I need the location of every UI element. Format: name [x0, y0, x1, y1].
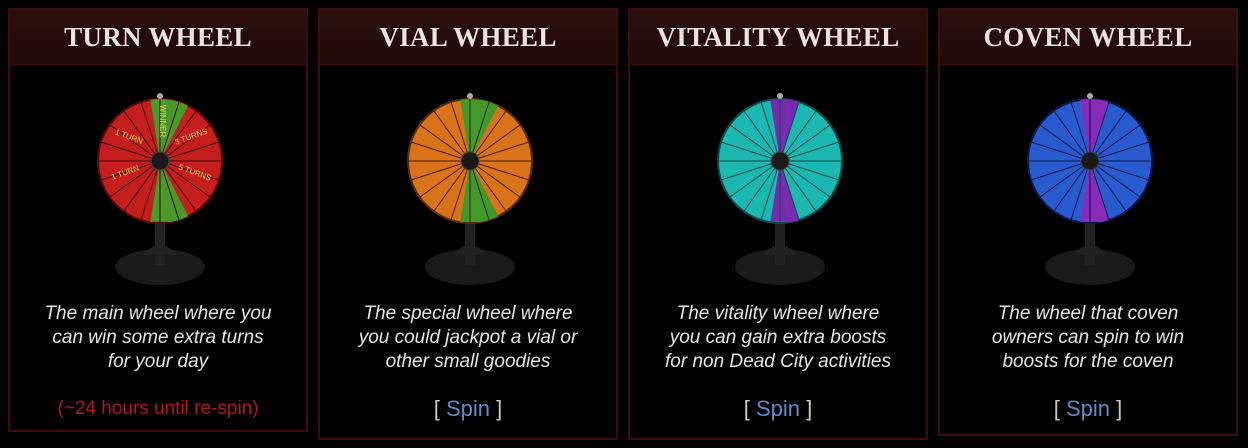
bracket-close: ] — [496, 396, 503, 421]
bracket-open: [ — [743, 396, 750, 421]
vial-wheel-description: The special wheel where you could jackpo… — [328, 302, 608, 374]
vial-wheel-description-line: you could jackpot a vial or — [358, 327, 578, 348]
vitality-wheel-card: VITALITY WHEEL The vitality wheel where … — [628, 8, 928, 440]
bracket-open: [ — [1053, 396, 1060, 421]
turn-wheel-description: The main wheel where you can win some ex… — [18, 302, 298, 374]
turn-wheel-title: TURN WHEEL — [10, 10, 306, 65]
vial-wheel-description-line: The special wheel where — [363, 303, 573, 324]
coven-wheel-description-line: owners can spin to win — [991, 327, 1185, 348]
turn-wheel-description-line: The main wheel where you — [44, 303, 272, 324]
vitality-wheel-title: VITALITY WHEEL — [630, 10, 926, 65]
vial-wheel-spin-link[interactable]: Spin — [446, 396, 490, 421]
vitality-wheel-description-line: you can gain extra boosts — [669, 327, 887, 348]
vial-wheel-description-line: other small goodies — [385, 351, 551, 372]
coven-wheel-description-line: boosts for the coven — [1002, 351, 1174, 372]
vial-wheel-action: [ Spin ] — [320, 396, 616, 422]
vitality-wheel-action: [ Spin ] — [630, 396, 926, 422]
vial-wheel-graphic — [320, 65, 620, 293]
prize-wheel-icon: WINNER 3 TURNS 1 TURN 5 TURNS 1 TURN — [97, 93, 223, 285]
bracket-close: ] — [806, 396, 813, 421]
prize-wheel-icon — [717, 93, 843, 285]
coven-wheel-card: COVEN WHEEL The wheel that coven owners … — [938, 8, 1238, 436]
vitality-wheel-description-line: The vitality wheel where — [676, 303, 880, 324]
coven-wheel-spin-link[interactable]: Spin — [1066, 396, 1110, 421]
vial-wheel-card: VIAL WHEEL The special wheel where you c… — [318, 8, 618, 440]
coven-wheel-title: COVEN WHEEL — [940, 10, 1236, 65]
turn-wheel-graphic: WINNER 3 TURNS 1 TURN 5 TURNS 1 TURN — [10, 65, 310, 293]
svg-text:WINNER: WINNER — [158, 105, 167, 138]
prize-wheel-icon — [1027, 93, 1153, 285]
coven-wheel-description-line: The wheel that coven — [997, 303, 1179, 324]
vitality-wheel-spin-link[interactable]: Spin — [756, 396, 800, 421]
vial-wheel-title: VIAL WHEEL — [320, 10, 616, 65]
turn-wheel-card: TURN WHEEL WINNER 3 TURNS 1 TURN 5 TURNS… — [8, 8, 308, 432]
vitality-wheel-description-line: for non Dead City activities — [665, 351, 891, 372]
coven-wheel-graphic — [940, 65, 1240, 293]
turn-wheel-description-line: can win some extra turns — [52, 327, 264, 348]
coven-wheel-description: The wheel that coven owners can spin to … — [948, 302, 1228, 374]
vitality-wheel-graphic — [630, 65, 930, 293]
bracket-open: [ — [433, 396, 440, 421]
turn-wheel-cooldown-status: (~24 hours until re-spin) — [57, 398, 259, 419]
vitality-wheel-description: The vitality wheel where you can gain ex… — [638, 302, 918, 374]
coven-wheel-action: [ Spin ] — [940, 396, 1236, 422]
prize-wheel-icon — [407, 93, 533, 285]
bracket-close: ] — [1116, 396, 1123, 421]
turn-wheel-description-line: for your day — [107, 351, 209, 372]
